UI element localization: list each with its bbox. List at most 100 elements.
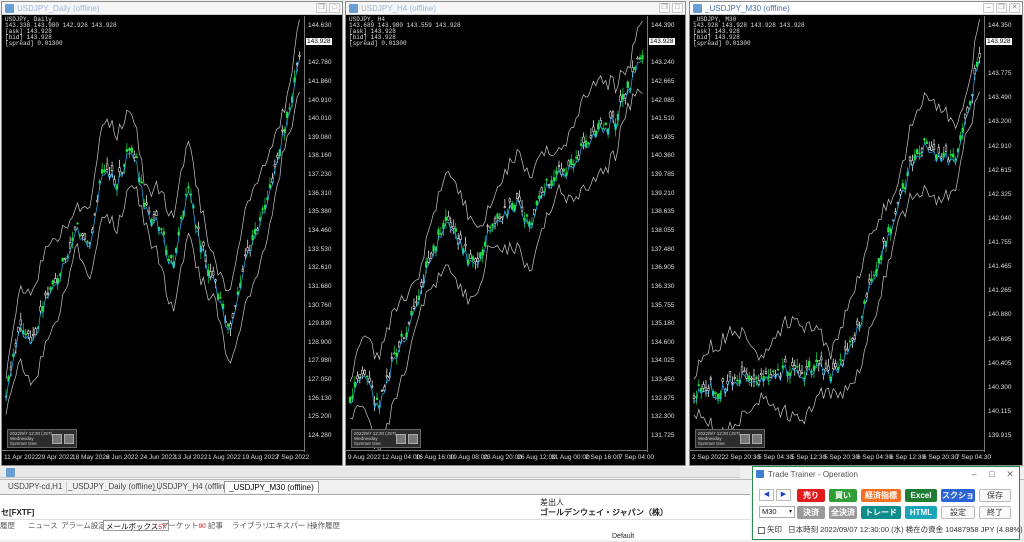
maximize-button[interactable]: □ — [983, 469, 1001, 479]
price-axis[interactable]: 144.390 143.928 143.240 142.665 142.085 141.5… — [647, 16, 685, 452]
time-tick: 11 Apr 2022 — [4, 454, 39, 461]
timeframe-select[interactable]: M30 ▾ — [759, 506, 795, 518]
price-tick: 136.330 — [651, 282, 675, 290]
settings-button[interactable]: 設定 — [941, 506, 975, 519]
price-tick: 132.300 — [651, 413, 675, 421]
candle — [767, 368, 770, 386]
price-tick: 140.010 — [308, 115, 332, 123]
current-price-tag: 143.928 — [306, 38, 332, 45]
candle — [140, 174, 143, 184]
step-forward-icon[interactable]: ▶ — [776, 489, 791, 501]
maximize-button[interactable]: □ — [329, 3, 340, 13]
chart-titlebar[interactable]: USDJPY_H4 (offline) ❐ □ — [346, 2, 685, 15]
trade-button[interactable]: トレード — [861, 506, 901, 519]
chart-tab[interactable]: _USDJPY_Daily (offline) — [64, 481, 160, 493]
candle — [762, 370, 765, 388]
candle — [714, 391, 717, 401]
clock-left-button[interactable] — [740, 434, 750, 444]
chart-tab[interactable]: USDJPY-cd,H1 — [4, 481, 68, 493]
candle — [752, 368, 756, 387]
price-axis[interactable]: 144.630 143.928 142.780 141.860 140.910 140.0… — [304, 16, 342, 452]
candle — [793, 359, 796, 376]
chart-window-daily[interactable]: USDJPY_Daily (offline) ❐ □ USDJPY, Daily… — [1, 1, 343, 466]
candles-svg — [692, 19, 981, 443]
save-button[interactable]: 保存 — [979, 489, 1011, 502]
price-tick: 124.280 — [308, 432, 332, 439]
chart-window-icon — [693, 3, 702, 13]
close-all-button[interactable]: 全決済 — [829, 506, 857, 519]
close-button[interactable]: ✕ — [1009, 3, 1020, 13]
price-tick: 125.200 — [308, 413, 332, 421]
terminal-tab-news[interactable]: ニュース — [28, 520, 58, 531]
economic-indicator-button[interactable]: 経済指標 — [861, 489, 901, 502]
time-tick: 1 Aug 2022 — [208, 454, 241, 461]
price-tick: 132.610 — [308, 264, 332, 272]
profile-label: Default — [612, 533, 635, 540]
terminal-tab-journal[interactable]: 操作履歴 — [310, 520, 340, 531]
candle — [370, 380, 374, 389]
terminal-tab-library[interactable]: ライブラリ — [232, 520, 270, 531]
candle — [916, 148, 919, 155]
chart-tab-active[interactable]: _USDJPY_M30 (offline) — [224, 481, 319, 493]
close-position-button[interactable]: 決済 — [797, 506, 825, 519]
minimize-button[interactable]: – — [965, 469, 983, 479]
price-tick: 135.755 — [651, 301, 675, 309]
step-back-icon[interactable]: ◀ — [759, 489, 774, 501]
price-tick: 136.310 — [308, 189, 332, 197]
clock-right-button[interactable] — [408, 434, 418, 444]
excel-button[interactable]: Excel — [905, 489, 937, 502]
buy-button[interactable]: 買い — [829, 489, 857, 502]
clock-right-button[interactable] — [64, 434, 74, 444]
chart-window-m30[interactable]: _USDJPY_M30 (offline) – ❐ ✕ _USDJPY, M30… — [689, 1, 1023, 466]
chart-titlebar[interactable]: USDJPY_Daily (offline) ❐ □ — [2, 2, 342, 15]
price-axis[interactable]: 144.350 143.928 143.775 143.490 143.200 142.9… — [984, 16, 1022, 452]
price-tick: 130.760 — [308, 301, 332, 309]
trainer-titlebar[interactable]: Trade Trainer - Operation – □ ✕ — [753, 467, 1019, 481]
chart-window-title: USDJPY_H4 (offline) — [361, 3, 436, 13]
price-tick: 128.900 — [308, 338, 332, 346]
candle — [268, 177, 272, 189]
candle — [281, 125, 284, 136]
terminal-tab-market[interactable]: マーケット90 — [161, 520, 206, 531]
maximize-button[interactable]: □ — [672, 3, 683, 13]
time-axis: 11 Apr 2022 29 Apr 2022 18 May 2022 6 Jun 2… — [2, 450, 309, 465]
candle — [503, 198, 507, 209]
sell-button[interactable]: 売り — [797, 489, 825, 502]
time-tick: 2 Sep 20:30 — [725, 454, 761, 461]
clock-left-button[interactable] — [52, 434, 62, 444]
restore-button[interactable]: ❐ — [659, 3, 670, 13]
ohlc-info: USDJPY, Daily 143.338 143.980 142.926 14… — [5, 17, 117, 47]
price-tick: 140.695 — [988, 335, 1012, 343]
candle — [130, 144, 133, 154]
time-tick: 13 Jul 2022 — [174, 454, 208, 461]
arrow-checkbox[interactable] — [758, 526, 765, 534]
terminal-tab-alerts[interactable]: アラーム設定 — [61, 520, 106, 531]
candle — [579, 137, 583, 147]
minimize-button[interactable]: – — [983, 3, 994, 13]
price-tick: 140.880 — [988, 311, 1012, 319]
price-tick: 131.680 — [308, 282, 332, 290]
screenshot-button[interactable]: スクショ — [941, 489, 975, 502]
terminal-tab-experts[interactable]: エキスパート — [268, 520, 313, 531]
terminal-tab-mailbox[interactable]: メールボックス57 — [103, 520, 169, 531]
chart-titlebar[interactable]: _USDJPY_M30 (offline) – ❐ ✕ — [690, 2, 1022, 15]
price-plot[interactable] — [2, 16, 306, 466]
time-tick: 26 Aug 12:00 — [517, 454, 556, 461]
html-button[interactable]: HTML — [905, 506, 937, 519]
candle — [609, 110, 612, 119]
time-tick: 7 Sep 2022 — [276, 454, 310, 461]
close-button[interactable]: ✕ — [1001, 469, 1019, 480]
terminal-message-row[interactable]: セ[FXTF] ゴールデンウェイ・ジャパン（株） — [0, 507, 750, 518]
exit-button[interactable]: 終了 — [979, 506, 1011, 519]
terminal-tab-history[interactable]: 履歴 — [0, 520, 15, 531]
price-plot[interactable] — [346, 16, 649, 466]
terminal-tab-articles[interactable]: 記事 — [208, 520, 223, 531]
chart-window-h4[interactable]: USDJPY_H4 (offline) ❐ □ USDJPY, H4 143.6… — [345, 1, 686, 466]
price-tick: 143.490 — [988, 94, 1012, 102]
restore-button[interactable]: ❐ — [316, 3, 327, 13]
price-plot[interactable] — [690, 16, 986, 466]
candle — [476, 252, 479, 268]
clock-left-button[interactable] — [396, 434, 406, 444]
restore-button[interactable]: ❐ — [996, 3, 1007, 13]
clock-right-button[interactable] — [752, 434, 762, 444]
